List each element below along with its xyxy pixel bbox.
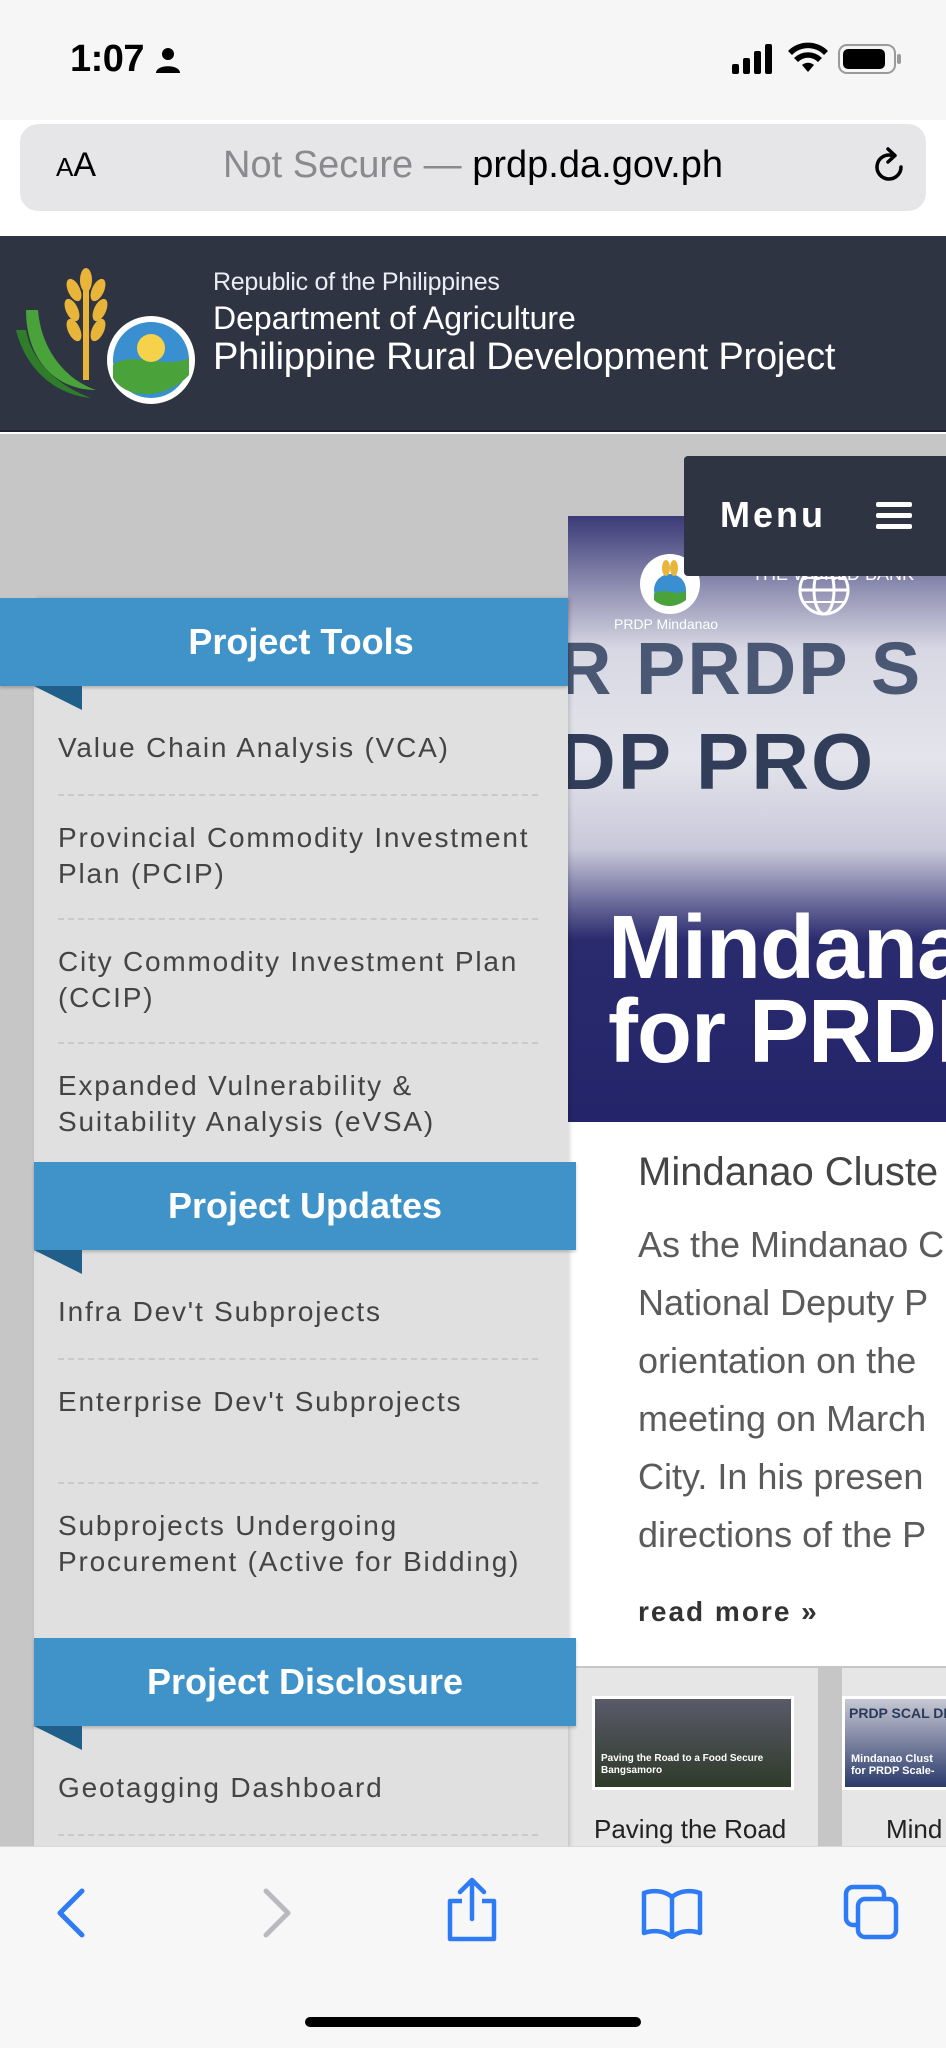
status-time: 1:07 (70, 38, 145, 80)
read-more-link[interactable]: read more » (638, 1596, 819, 1628)
related-articles: Paving the Road to a Food Secure Bangsam… (568, 1668, 946, 1846)
ribbon-fold (34, 686, 82, 710)
divider (58, 918, 538, 920)
sidebar-item-enterprise-subprojects[interactable]: Enterprise Dev't Subprojects (58, 1384, 538, 1420)
section-title-project-tools: Project Tools (0, 598, 568, 686)
header-line-department: Department of Agriculture (213, 300, 576, 336)
section-title-project-updates: Project Updates (34, 1162, 576, 1250)
section-title-project-disclosure: Project Disclosure (34, 1638, 576, 1726)
url-domain: prdp.da.gov.ph (472, 144, 723, 186)
divider (818, 1668, 842, 1846)
sidebar-item-procurement[interactable]: Subprojects Undergoing Procurement (Acti… (58, 1508, 538, 1580)
banner-headline: Mindanao for PRDP (608, 898, 946, 1082)
battery-icon (838, 44, 902, 79)
sidebar-item-geotagging[interactable]: Geotagging Dashboard (58, 1770, 538, 1806)
article-banner-image[interactable]: PRDP Mindanao THE WORLD BANK R PRDP S DP… (568, 516, 946, 1122)
sidebar-item-ccip[interactable]: City Commodity Investment Plan (CCIP) (58, 944, 538, 1016)
article-title[interactable]: Mindanao Cluste (638, 1150, 938, 1195)
wifi-icon (788, 42, 828, 79)
ribbon-fold (34, 1726, 82, 1750)
divider (58, 1834, 538, 1836)
home-indicator[interactable] (305, 2017, 641, 2027)
related-article-title[interactable]: Mind (886, 1814, 942, 1845)
sidebar-item-pcip[interactable]: Provincial Commodity Investment Plan (PC… (58, 820, 538, 892)
page-content: PRDP Mindanao THE WORLD BANK R PRDP S DP… (0, 434, 946, 1846)
banner-sign-line1: R PRDP S (568, 627, 923, 710)
address-bar[interactable]: AA Not Secure — prdp.da.gov.ph (20, 124, 926, 211)
divider (58, 1482, 538, 1484)
tabs-icon[interactable] (842, 1883, 900, 1946)
header-line-republic: Republic of the Philippines (213, 268, 500, 296)
divider (58, 794, 538, 796)
divider (58, 1042, 538, 1044)
related-article-title[interactable]: Paving the Road (594, 1814, 786, 1845)
sidebar-item-evsa[interactable]: Expanded Vulnerability & Suitability Ana… (58, 1068, 538, 1140)
share-icon[interactable] (444, 1877, 500, 1948)
bookmarks-icon[interactable] (640, 1887, 704, 1944)
back-icon[interactable] (50, 1883, 94, 1948)
ribbon-fold (34, 1250, 82, 1274)
menu-label: Menu (720, 494, 826, 535)
person-icon (154, 46, 182, 79)
cellular-signal-icon (732, 44, 774, 79)
forward-icon[interactable] (254, 1883, 298, 1948)
featured-article[interactable]: PRDP Mindanao THE WORLD BANK R PRDP S DP… (568, 516, 946, 1666)
not-secure-label: Not Secure — (223, 144, 462, 186)
hamburger-icon (876, 500, 912, 535)
status-bar: 1:07 (0, 0, 946, 120)
sidebar-item-infra-subprojects[interactable]: Infra Dev't Subprojects (58, 1294, 538, 1330)
related-thumbnail[interactable]: PRDP SCAL DP PROJECT Mindanao Clust for … (842, 1696, 946, 1790)
url-display[interactable]: Not Secure — prdp.da.gov.ph (20, 144, 926, 187)
header-line-project: Philippine Rural Development Project (213, 336, 836, 378)
sidebar-item-vca[interactable]: Value Chain Analysis (VCA) (58, 730, 538, 766)
menu-button[interactable]: Menu (684, 456, 946, 576)
banner-sign-line2: DP PRO (568, 717, 876, 806)
article-excerpt: As the Mindanao C National Deputy P orie… (638, 1224, 945, 1555)
related-thumbnail[interactable]: Paving the Road to a Food Secure Bangsam… (592, 1696, 794, 1790)
da-logo-icon[interactable] (16, 250, 206, 415)
reload-icon[interactable] (868, 146, 910, 193)
divider (58, 1358, 538, 1360)
browser-toolbar (0, 1846, 946, 2048)
site-header: Republic of the Philippines Department o… (0, 236, 946, 432)
